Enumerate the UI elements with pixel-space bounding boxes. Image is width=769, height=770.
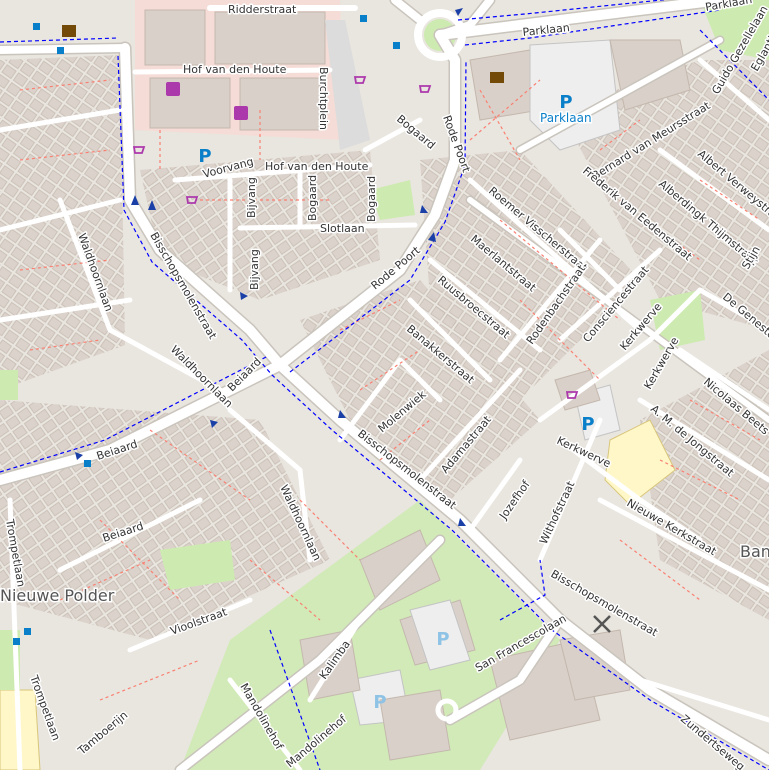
street-label: Hof van den Houte bbox=[265, 160, 369, 173]
street-label: Slotlaan bbox=[320, 222, 365, 235]
large-building bbox=[149, 77, 231, 129]
street-label: Kerkwerve bbox=[555, 434, 613, 470]
large-building bbox=[214, 11, 326, 65]
windmill-icon[interactable] bbox=[593, 615, 611, 633]
large-building bbox=[379, 689, 451, 761]
large-building bbox=[239, 77, 321, 131]
street-label: Withofstraat bbox=[537, 479, 578, 547]
supermarket-icon[interactable] bbox=[132, 146, 146, 154]
parking-icon[interactable]: P bbox=[559, 92, 572, 113]
svg-text:P: P bbox=[198, 146, 211, 167]
shop-icon[interactable] bbox=[234, 106, 248, 120]
library-icon[interactable] bbox=[490, 72, 504, 83]
street-label: Bijvang bbox=[248, 249, 261, 290]
svg-text:P: P bbox=[436, 629, 449, 650]
street-label: Bijvang bbox=[245, 177, 258, 218]
supermarket-icon[interactable] bbox=[418, 85, 432, 93]
street-label: Hof van den Houte bbox=[183, 63, 287, 76]
svg-text:P: P bbox=[373, 692, 386, 713]
place-label: Ban bbox=[740, 542, 769, 561]
street-label: Ridderstraat bbox=[228, 3, 297, 16]
svg-text:P: P bbox=[559, 92, 572, 113]
parking-icon[interactable]: P bbox=[198, 146, 211, 167]
map-canvas[interactable]: P P P P P Ridderstraat Parklaan Parklaan… bbox=[0, 0, 769, 770]
map-view[interactable]: P P P P P Ridderstraat Parklaan Parklaan… bbox=[0, 0, 769, 770]
street-label: Bogaard bbox=[306, 175, 319, 221]
temple-icon[interactable] bbox=[62, 25, 76, 37]
street-label: Burchtplein bbox=[317, 67, 330, 130]
shop-icon[interactable] bbox=[166, 82, 180, 96]
grass-area bbox=[0, 370, 18, 400]
poi-label[interactable]: Parklaan bbox=[539, 110, 594, 127]
residential-block bbox=[0, 55, 125, 390]
parking-icon[interactable]: P bbox=[373, 692, 386, 713]
large-building bbox=[144, 9, 206, 66]
parking-icon[interactable]: P bbox=[581, 414, 594, 435]
parking-icon[interactable]: P bbox=[436, 629, 449, 650]
place-label: Nieuwe Polder bbox=[0, 586, 115, 605]
street-label: Bogaard bbox=[365, 176, 378, 222]
svg-text:P: P bbox=[581, 414, 594, 435]
street-label: Tamboerijn bbox=[75, 708, 130, 757]
